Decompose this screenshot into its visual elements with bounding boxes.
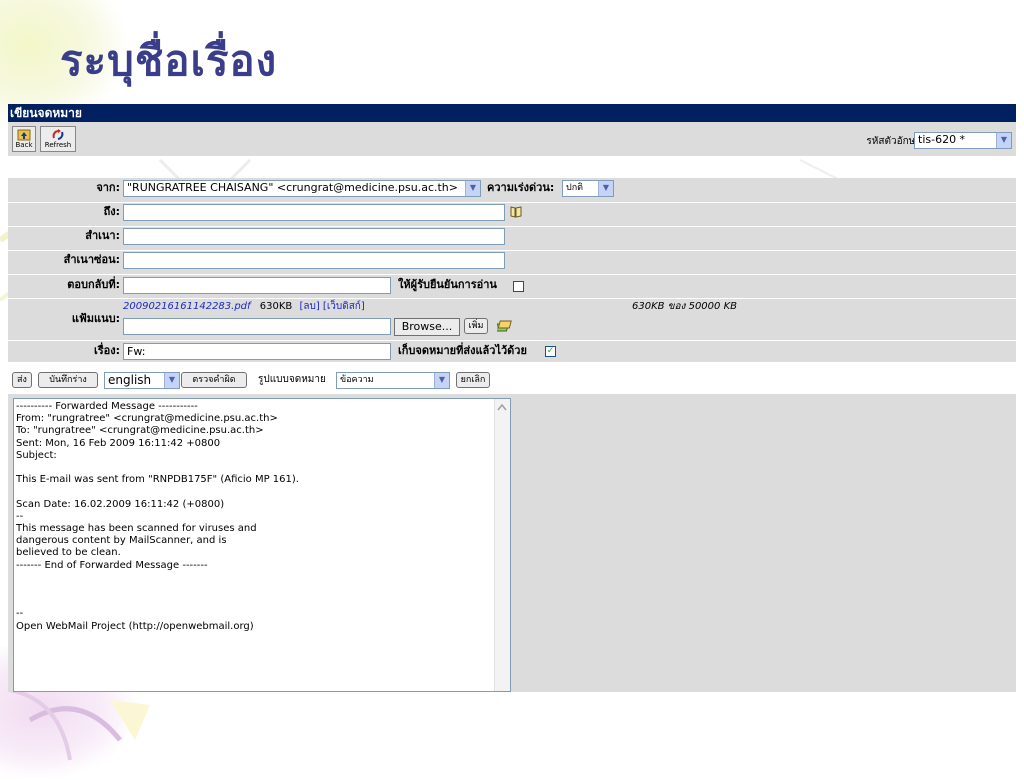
message-line: Scan Date: 16.02.2009 16:11:42 (+0800) (16, 498, 225, 510)
stack-add-icon[interactable] (497, 318, 513, 334)
message-scrollbar[interactable] (494, 399, 510, 691)
priority-select[interactable]: ปกติ ▼ (562, 180, 614, 197)
bcc-field[interactable] (123, 252, 505, 269)
attachment-label: แฟ้มแนบ: (71, 312, 120, 325)
row-divider (8, 250, 1016, 251)
from-select[interactable]: "RUNGRATREE CHAISANG" <crungrat@medicine… (123, 180, 481, 197)
to-field[interactable] (123, 204, 505, 221)
attachment-delete-link[interactable]: [ลบ] (299, 301, 319, 312)
save-sent-checkbox[interactable]: ✓ (545, 346, 556, 357)
message-line: Subject: (16, 449, 57, 461)
cc-label: สำเนา: (85, 229, 120, 242)
message-body-textarea[interactable]: ---------- Forwarded Message -----------… (13, 398, 511, 692)
message-line: ---------- Forwarded Message ----------- (16, 401, 198, 412)
message-line: Sent: Mon, 16 Feb 2009 16:11:42 +0800 (16, 437, 221, 449)
refresh-button[interactable]: Refresh (40, 126, 76, 152)
chevron-down-icon: ▼ (598, 181, 613, 196)
send-button[interactable]: ส่ง (12, 372, 32, 388)
back-label: Back (15, 141, 33, 149)
spellcheck-button[interactable]: ตรวจคำผิด (181, 372, 247, 388)
message-line: From: "rungratree" <crungrat@medicine.ps… (16, 413, 278, 425)
cancel-button[interactable]: ยกเลิก (456, 372, 490, 388)
message-line: This E-mail was sent from "RNPDB175F" (A… (16, 474, 299, 486)
attachment-info: 20090216161142283.pdf 630KB [ลบ] [เว็บดิ… (123, 300, 365, 314)
cc-field[interactable] (123, 228, 505, 245)
priority-value: ปกติ (566, 183, 584, 193)
row-divider (8, 226, 1016, 227)
chevron-down-icon: ▼ (465, 181, 480, 196)
browse-button[interactable]: Browse... (394, 318, 460, 336)
back-button[interactable]: Back (12, 126, 36, 152)
from-value: "RUNGRATREE CHAISANG" <crungrat@medicine… (127, 181, 458, 194)
attachment-webdisk-link[interactable]: [เว็บดิสก์] (323, 301, 365, 312)
attachment-file-link[interactable]: 20090216161142283.pdf (123, 301, 251, 312)
attachment-size: 630KB (259, 301, 293, 312)
row-divider (8, 340, 1016, 341)
read-receipt-checkbox[interactable] (513, 281, 524, 292)
slide-title: ระบุชื่อเรื่อง (60, 36, 278, 85)
bcc-label: สำเนาซ่อน: (63, 253, 120, 266)
message-line: This message has been scanned for viruse… (16, 523, 257, 534)
charset-value: tis-620 * (918, 133, 966, 146)
message-line: dangerous content by MailScanner, and is (16, 535, 227, 547)
row-divider (8, 274, 1016, 275)
row-divider (8, 298, 1016, 299)
message-line: believed to be clean. (16, 547, 121, 559)
chevron-down-icon: ▼ (164, 373, 179, 388)
save-sent-label: เก็บจดหมายที่ส่งแล้วไว้ด้วย (398, 344, 527, 357)
attachment-path-field[interactable] (123, 318, 391, 335)
attachment-quota: 630KB ของ 50000 KB (632, 301, 737, 312)
address-book-icon[interactable] (509, 205, 523, 219)
message-line: -- (16, 608, 24, 620)
charset-select[interactable]: tis-620 * ▼ (914, 132, 1012, 149)
format-select[interactable]: ข้อความ ▼ (336, 372, 450, 389)
to-label: ถึง: (103, 205, 120, 218)
format-label: รูปแบบจดหมาย (258, 374, 326, 385)
priority-label: ความเร่งด่วน: (487, 181, 555, 194)
language-value: english (108, 373, 152, 387)
row-divider (8, 202, 1016, 203)
chevron-down-icon: ▼ (434, 373, 449, 388)
message-line: To: "rungratree" <crungrat@medicine.psu.… (16, 425, 264, 437)
from-label: จาก: (96, 181, 120, 194)
reply-to-field[interactable] (123, 277, 391, 294)
add-attachment-button[interactable]: เพิ่ม (464, 318, 488, 334)
folder-up-icon (17, 129, 31, 141)
chevron-down-icon: ▼ (996, 133, 1011, 148)
toolbar: Back Refresh รหัสตัวอักษร: tis-620 * ▼ (8, 122, 1016, 156)
spellcheck-language-select[interactable]: english ▼ (104, 372, 180, 389)
compose-header: เขียนจดหมาย (8, 104, 1016, 122)
message-line: -- (16, 510, 24, 522)
message-line: ------- End of Forwarded Message ------- (16, 559, 208, 571)
refresh-arrows-icon (52, 129, 64, 140)
refresh-label: Refresh (44, 141, 72, 149)
message-line: Open WebMail Project (http://openwebmail… (16, 620, 254, 632)
scroll-up-icon[interactable] (495, 401, 509, 413)
read-receipt-label: ให้ผู้รับยืนยันการอ่าน (398, 278, 497, 291)
subject-field[interactable]: Fw: (123, 343, 391, 360)
subject-label: เรื่อง: (93, 344, 120, 357)
save-draft-button[interactable]: บันทึกร่าง (38, 372, 98, 388)
reply-to-label: ตอบกลับที่: (67, 278, 120, 291)
format-value: ข้อความ (340, 375, 374, 385)
